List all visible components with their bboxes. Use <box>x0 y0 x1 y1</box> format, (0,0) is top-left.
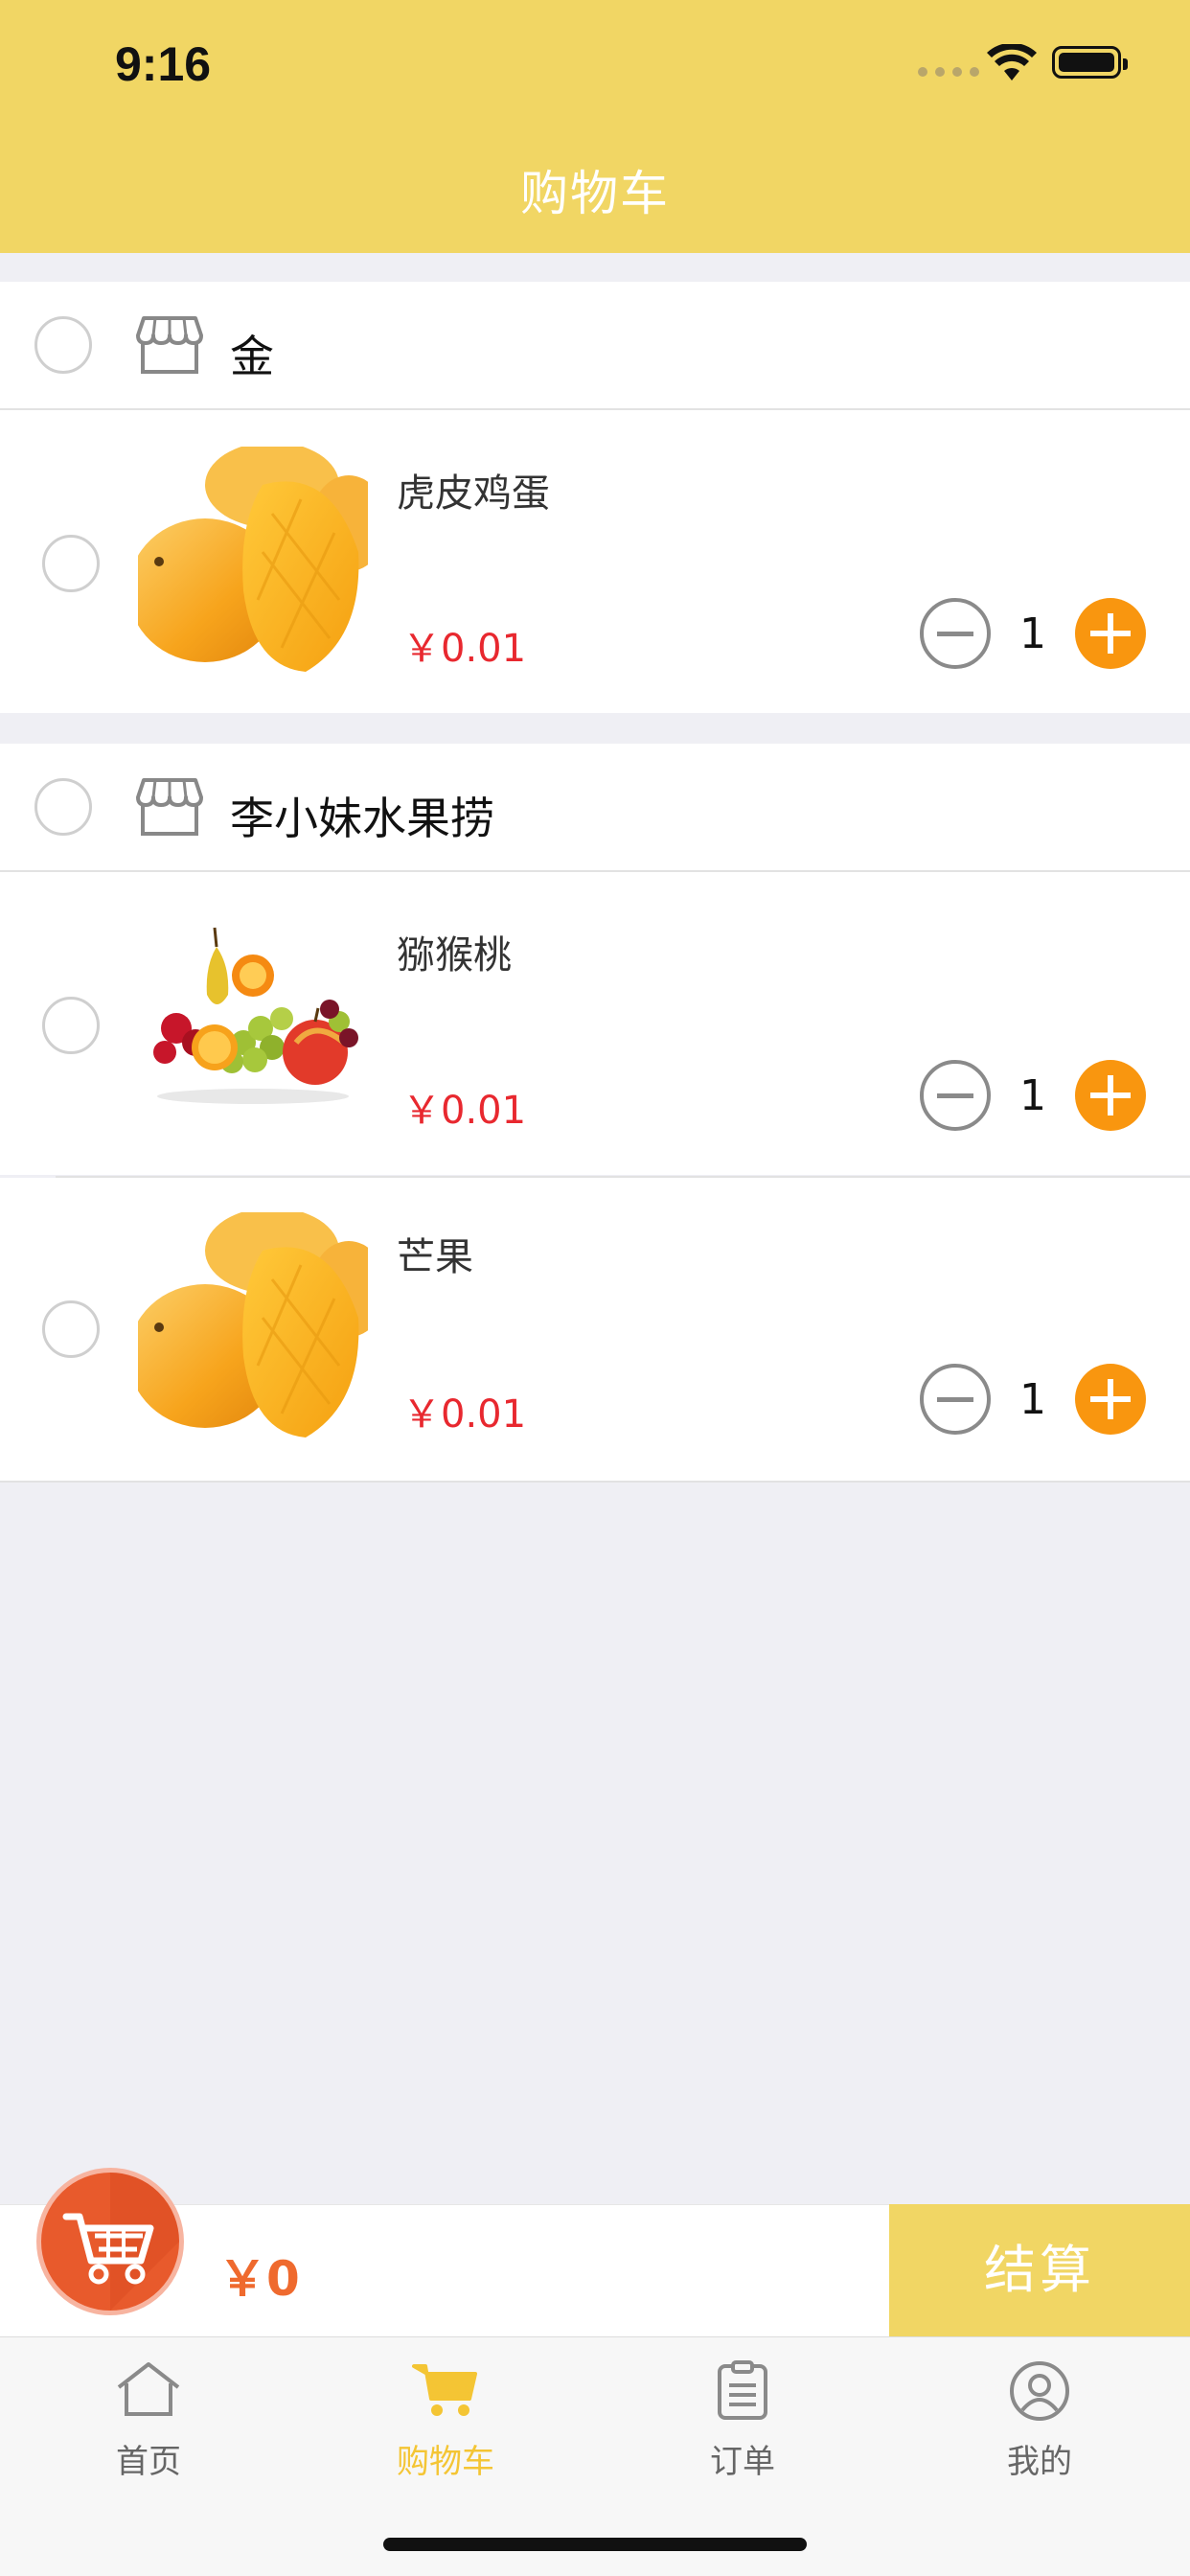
product-price: ￥0.01 <box>402 1089 527 1133</box>
product-name: 芒果 <box>397 1235 473 1279</box>
store-icon <box>136 778 203 836</box>
product-price: ￥0.01 <box>402 1392 527 1437</box>
shop-select-radio[interactable] <box>34 316 92 374</box>
checkout-button[interactable]: 结算 <box>889 2204 1190 2336</box>
cart-summary-button[interactable] <box>36 2168 184 2315</box>
user-icon <box>1010 2361 1069 2421</box>
item-select-radio[interactable] <box>42 997 100 1054</box>
increase-quantity-button[interactable] <box>1075 598 1146 669</box>
product-image-mango[interactable] <box>138 1212 368 1442</box>
tab-profile[interactable]: 我的 <box>891 2337 1188 2500</box>
decrease-quantity-button[interactable] <box>920 598 991 669</box>
item-select-radio[interactable] <box>42 535 100 592</box>
battery-icon <box>1052 46 1128 79</box>
increase-quantity-button[interactable] <box>1075 1364 1146 1435</box>
quantity-value: 1 <box>1019 1071 1046 1120</box>
product-image-fruit[interactable] <box>138 908 368 1138</box>
cart-item: 芒果 ￥0.01 1 <box>0 1178 1190 1483</box>
tab-home[interactable]: 首页 <box>0 2337 297 2500</box>
shop-name: 李小妹水果捞 <box>230 793 494 844</box>
tab-orders[interactable]: 订单 <box>594 2337 891 2500</box>
clipboard-icon <box>718 2360 767 2420</box>
store-icon <box>136 316 203 374</box>
tab-label: 订单 <box>710 2443 775 2481</box>
quantity-value: 1 <box>1019 1375 1046 1424</box>
tab-label: 我的 <box>1007 2443 1072 2481</box>
top-header: 9:16 购物车 <box>0 0 1190 253</box>
shop-select-radio[interactable] <box>34 778 92 836</box>
item-select-radio[interactable] <box>42 1300 100 1358</box>
home-icon <box>117 2362 180 2416</box>
tab-label: 购物车 <box>397 2443 494 2481</box>
quantity-value: 1 <box>1019 610 1046 658</box>
shop-header: 金 <box>0 282 1190 410</box>
cart-item: 虎皮鸡蛋 ￥0.01 1 <box>0 410 1190 713</box>
wifi-icon <box>987 44 1037 80</box>
increase-quantity-button[interactable] <box>1075 1060 1146 1131</box>
product-name: 猕猴桃 <box>397 933 512 978</box>
home-indicator <box>383 2538 807 2551</box>
tab-cart[interactable]: 购物车 <box>297 2337 594 2500</box>
decrease-quantity-button[interactable] <box>920 1364 991 1435</box>
cart-item: 猕猴桃 ￥0.01 1 <box>0 872 1190 1175</box>
signal-icon <box>918 67 979 77</box>
cart-icon <box>62 2173 179 2311</box>
total-price: ￥0 <box>218 2251 300 2307</box>
shop-header: 李小妹水果捞 <box>0 744 1190 872</box>
product-image-mango[interactable] <box>138 447 368 677</box>
shop-name: 金 <box>230 331 274 382</box>
page-title: 购物车 <box>520 166 670 221</box>
tab-label: 首页 <box>116 2443 181 2481</box>
product-name: 虎皮鸡蛋 <box>397 472 550 516</box>
product-price: ￥0.01 <box>402 627 527 671</box>
cart-icon <box>412 2364 477 2416</box>
status-time: 9:16 <box>115 37 212 91</box>
decrease-quantity-button[interactable] <box>920 1060 991 1131</box>
